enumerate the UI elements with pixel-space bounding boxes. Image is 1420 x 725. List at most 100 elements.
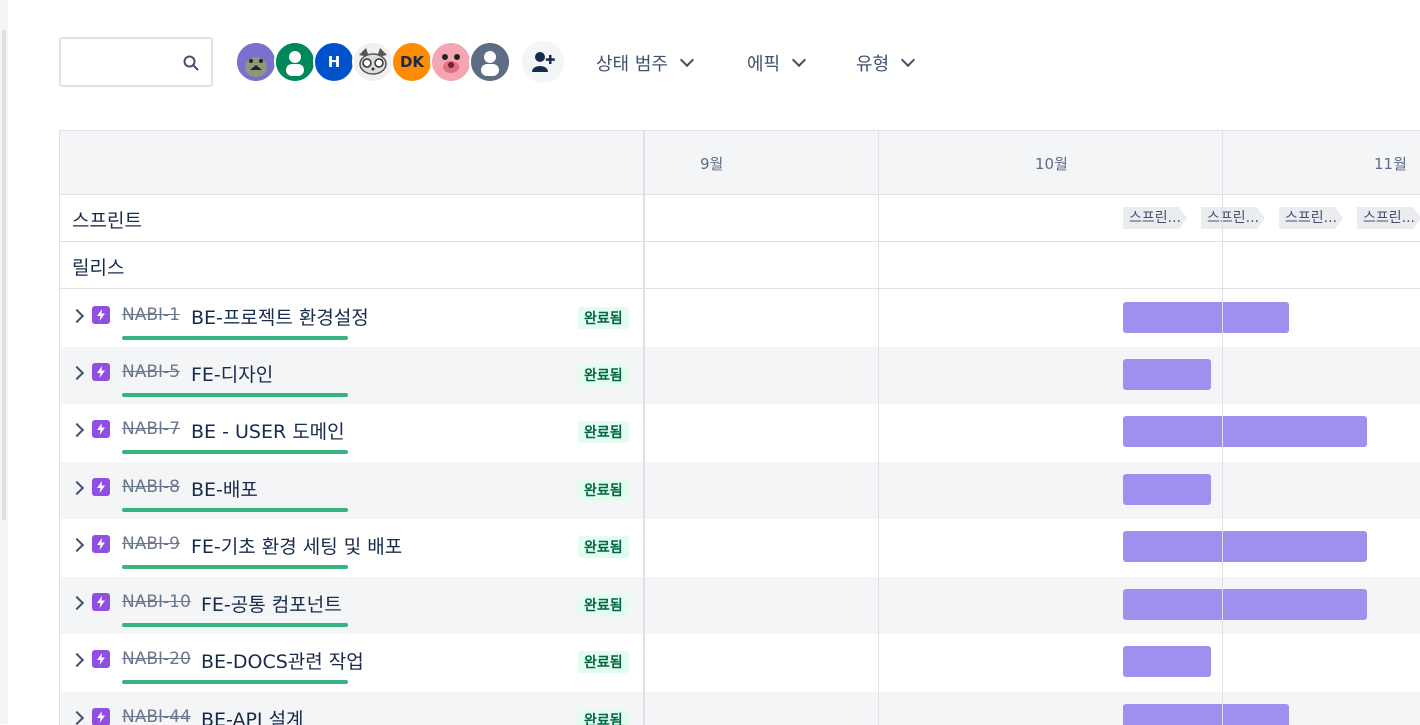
person-icon [276,43,314,81]
pink-character-avatar-icon [432,43,470,81]
user-avatar-5[interactable]: DK [391,41,433,83]
month-column-nov: 11월 [1222,131,1420,194]
release-row-label: 릴리스 [72,257,125,279]
issue-key[interactable]: NABI-44 [122,707,191,725]
status-badge: 완료됨 [578,364,629,386]
issue-key[interactable]: NABI-20 [122,649,191,669]
status-category-filter-label: 상태 범주 [596,54,668,75]
month-gridline [878,194,879,725]
progress-bar [122,393,348,397]
user-avatar-1[interactable] [235,41,277,83]
timeline-bar[interactable] [1123,704,1289,725]
raccoon-avatar-icon [354,43,392,81]
sprint-chip[interactable]: 스프린... [1201,207,1265,229]
epic-lightning-icon [92,478,110,496]
issue-title[interactable]: FE-디자인 [191,360,273,387]
progress-bar [122,623,348,627]
table-row[interactable]: NABI-5 FE-디자인 완료됨 [60,347,1420,404]
month-label: 11월 [1374,155,1407,173]
timeline-bar[interactable] [1123,416,1367,447]
user-avatar-7[interactable] [469,41,511,83]
search-input[interactable] [59,37,213,87]
progress-bar [122,565,348,569]
issue-key[interactable]: NABI-5 [122,362,180,382]
sprint-chip[interactable]: 스프린... [1123,207,1187,229]
issue-key[interactable]: NABI-1 [122,305,180,325]
epic-filter[interactable]: 에픽 [747,48,807,78]
issue-title[interactable]: BE-배포 [191,475,258,502]
timeline-bar[interactable] [1123,646,1211,677]
sprint-row-label: 스프린트 [72,210,142,232]
sprint-chip[interactable]: 스프린... [1357,207,1420,229]
status-badge: 완료됨 [578,536,629,558]
table-row[interactable]: NABI-1 BE-프로젝트 환경설정 완료됨 [60,290,1420,347]
timeline-bar[interactable] [1123,474,1211,505]
epic-filter-label: 에픽 [747,54,781,75]
issue-key[interactable]: NABI-7 [122,419,180,439]
issue-title[interactable]: FE-기초 환경 세팅 및 배포 [191,532,402,559]
issue-key[interactable]: NABI-8 [122,477,180,497]
status-badge: 완료됨 [578,421,629,443]
expand-chevron-icon[interactable] [69,480,85,496]
month-column-oct: 10월 [878,131,1222,194]
expand-chevron-icon[interactable] [69,595,85,611]
epic-lightning-icon [92,363,110,381]
avatar-initials: DK [399,53,425,71]
avatar-initials: H [327,53,341,71]
progress-bar [122,508,348,512]
expand-chevron-icon[interactable] [69,422,85,438]
timeline-bar[interactable] [1123,359,1211,390]
timeline-header: 9월 10월 11월 [60,131,1420,195]
table-row[interactable]: NABI-7 BE - USER 도메인 완료됨 [60,404,1420,461]
type-filter[interactable]: 유형 [856,48,916,78]
status-badge: 완료됨 [578,594,629,616]
issue-key[interactable]: NABI-10 [122,592,191,612]
column-divider[interactable] [643,131,645,725]
issue-title[interactable]: FE-공통 컴포넌트 [201,590,342,617]
add-person-icon [532,52,555,72]
table-row[interactable]: NABI-20 BE-DOCS관련 작업 완료됨 [60,634,1420,691]
issue-title[interactable]: BE - USER 도메인 [191,417,345,444]
chevron-down-icon [901,52,916,68]
status-badge: 완료됨 [578,709,629,725]
expand-chevron-icon[interactable] [69,710,85,725]
table-row[interactable]: NABI-44 BE-API 설계 완료됨 [60,692,1420,725]
issue-title[interactable]: BE-API 설계 [201,705,304,725]
status-category-filter[interactable]: 상태 범주 [596,48,695,78]
table-row[interactable]: NABI-10 FE-공통 컴포넌트 완료됨 [60,577,1420,634]
table-row[interactable]: NABI-8 BE-배포 완료됨 [60,462,1420,519]
user-avatar-6[interactable] [430,41,472,83]
person-icon [471,43,509,81]
timeline-bar[interactable] [1123,589,1367,620]
type-filter-label: 유형 [856,54,890,75]
user-avatar-2[interactable] [274,41,316,83]
timeline-bar[interactable] [1123,302,1289,333]
expand-chevron-icon[interactable] [69,537,85,553]
progress-bar [122,680,348,684]
user-avatar-3[interactable]: H [313,41,355,83]
sprint-chip[interactable]: 스프린... [1279,207,1343,229]
left-sidebar-edge [0,0,8,724]
timeline: 9월 10월 11월 스프린트 스프린... 스프린... 스프린... 스프린… [59,130,1420,725]
epic-lightning-icon [92,650,110,668]
add-people-button[interactable] [522,41,564,83]
issue-title[interactable]: BE-프로젝트 환경설정 [191,303,369,330]
chevron-down-icon [792,52,807,68]
month-gridline [1222,194,1223,725]
month-label: 9월 [700,155,724,173]
progress-bar [122,336,348,340]
issue-title[interactable]: BE-DOCS관련 작업 [201,647,364,674]
timeline-bar[interactable] [1123,531,1367,562]
user-avatar-4[interactable] [352,41,394,83]
expand-chevron-icon[interactable] [69,308,85,324]
expand-chevron-icon[interactable] [69,652,85,668]
sidebar-resize-handle[interactable] [2,30,6,520]
expand-chevron-icon[interactable] [69,365,85,381]
table-row[interactable]: NABI-9 FE-기초 환경 세팅 및 배포 완료됨 [60,519,1420,576]
epic-lightning-icon [92,708,110,725]
issue-key[interactable]: NABI-9 [122,534,180,554]
character-avatar-icon [237,43,275,81]
chevron-down-icon [679,52,695,68]
status-badge: 완료됨 [578,651,629,673]
search-icon [183,55,199,71]
